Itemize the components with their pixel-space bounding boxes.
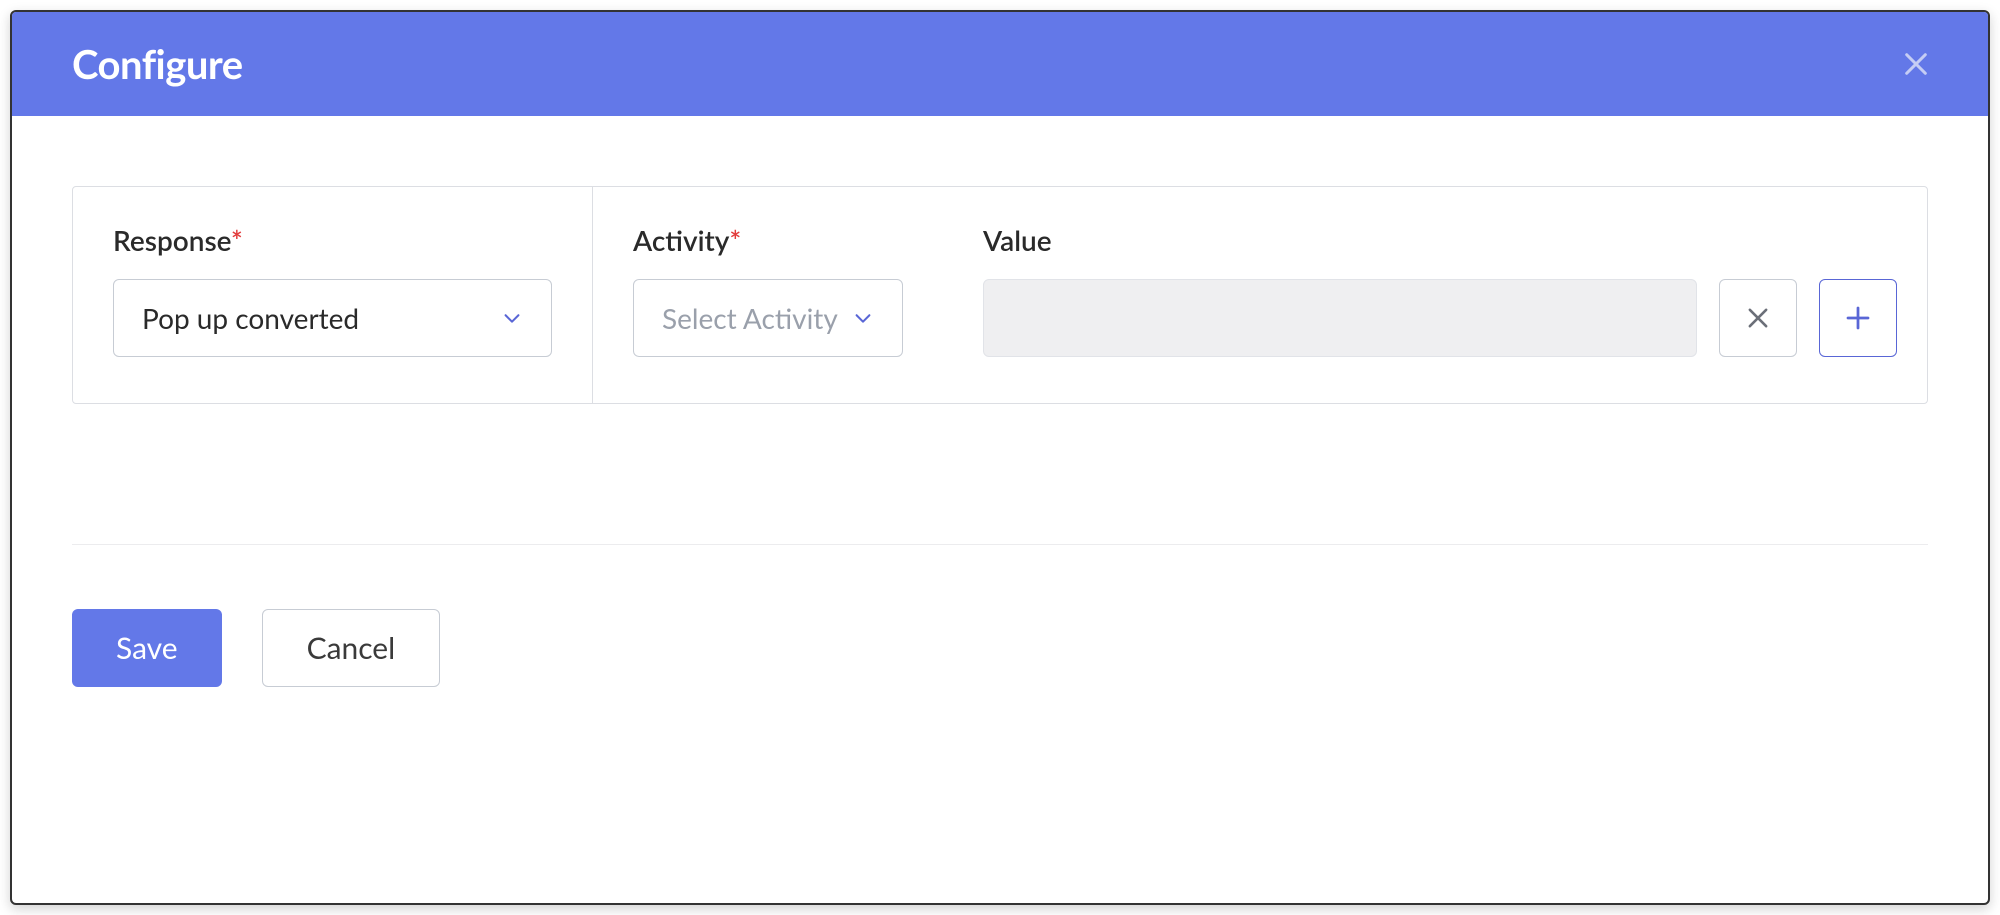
divider [72,544,1928,545]
chevron-down-icon [501,307,523,329]
response-dropdown[interactable]: Pop up converted [113,279,552,357]
modal-body: Response* Pop up converted Activity* Sel… [12,116,1988,903]
cancel-button[interactable]: Cancel [262,609,441,687]
response-field-group: Response* Pop up converted [73,187,593,403]
response-label: Response* [113,223,552,257]
activity-label: Activity* [633,223,903,257]
config-row: Response* Pop up converted Activity* Sel… [72,186,1928,404]
close-icon [1900,48,1932,80]
activity-label-text: Activity [633,223,729,257]
response-selected-value: Pop up converted [142,301,359,335]
response-label-text: Response [113,223,231,257]
value-label: Value [983,223,1897,257]
footer-actions: Save Cancel [72,609,1928,687]
close-icon [1744,304,1772,332]
configure-modal: Configure Response* Pop up converted [10,10,1990,905]
plus-icon [1843,303,1873,333]
close-button[interactable] [1892,40,1940,88]
activity-dropdown[interactable]: Select Activity [633,279,903,357]
value-input[interactable] [983,279,1697,357]
required-marker: * [729,223,741,257]
save-button[interactable]: Save [72,609,222,687]
value-row [983,279,1897,357]
activity-field-group: Activity* Select Activity [593,187,943,403]
modal-header: Configure [12,12,1988,116]
required-marker: * [231,223,243,257]
add-row-button[interactable] [1819,279,1897,357]
modal-title: Configure [72,40,243,88]
remove-row-button[interactable] [1719,279,1797,357]
activity-placeholder: Select Activity [662,301,838,335]
value-field-group: Value [943,187,1927,403]
chevron-down-icon [852,307,874,329]
